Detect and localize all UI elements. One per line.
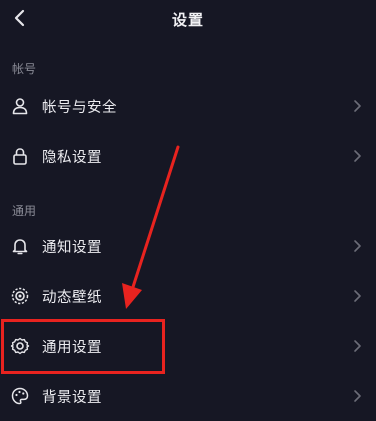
settings-item-privacy[interactable]: 隐私设置	[0, 131, 376, 181]
chevron-right-icon	[354, 100, 361, 112]
section-label-general: 通用	[12, 204, 37, 218]
wallpaper-icon	[11, 287, 29, 305]
chevron-right-icon	[354, 150, 361, 162]
top-bar: 设置	[0, 0, 376, 40]
page-title: 设置	[171, 11, 204, 29]
settings-item-live-wallpaper[interactable]: 动态壁纸	[0, 271, 376, 321]
chevron-right-icon	[354, 240, 361, 252]
bell-icon	[12, 239, 28, 255]
chevron-right-icon	[354, 390, 361, 402]
settings-item-label: 动态壁纸	[42, 290, 102, 306]
palette-icon	[11, 387, 29, 405]
chevron-right-icon	[354, 290, 361, 302]
settings-item-label: 通知设置	[42, 240, 102, 256]
user-icon	[12, 98, 28, 115]
settings-item-account-security[interactable]: 帐号与安全	[0, 81, 376, 131]
lock-icon	[13, 148, 27, 165]
settings-item-notifications[interactable]: 通知设置	[0, 221, 376, 271]
settings-item-label: 帐号与安全	[42, 100, 117, 116]
settings-item-label: 隐私设置	[42, 150, 102, 166]
section-label-account: 帐号	[12, 62, 37, 76]
settings-item-background[interactable]: 背景设置	[0, 371, 376, 421]
annotation-highlight-box	[1, 319, 165, 374]
settings-item-label: 背景设置	[42, 390, 102, 406]
chevron-right-icon	[354, 340, 361, 352]
